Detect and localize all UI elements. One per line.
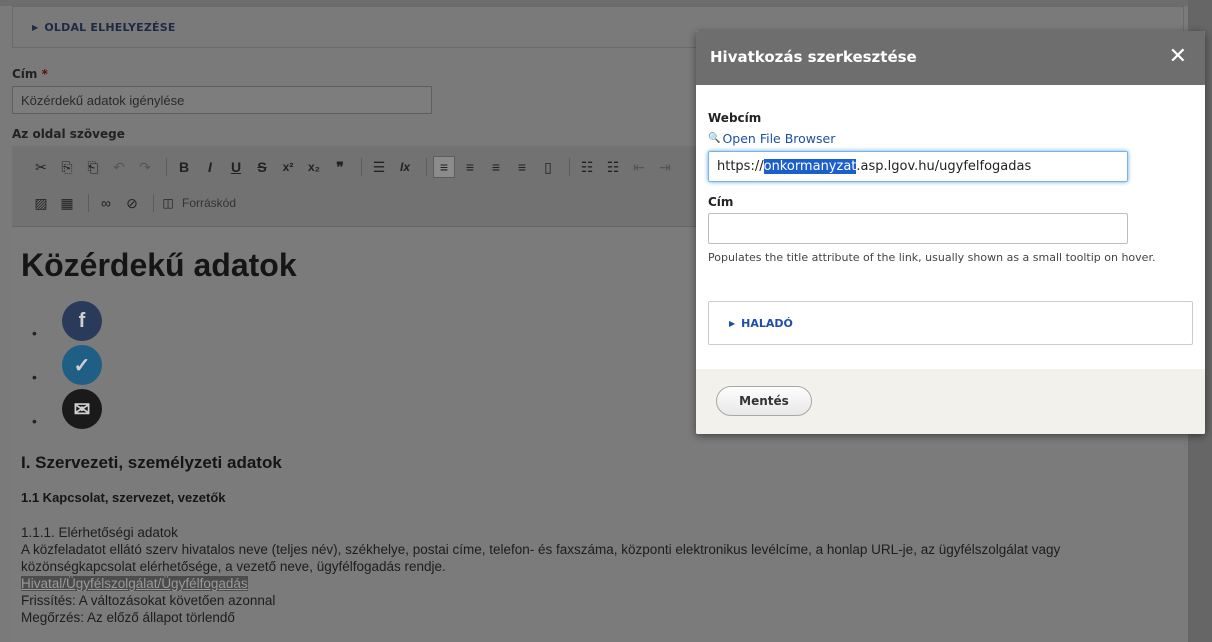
align-left-icon[interactable]: ≡ [433,156,455,178]
link-title-help: Populates the title attribute of the lin… [708,251,1156,264]
url-selected-text: onkormanyzat [763,159,857,174]
content-heading-1: Közérdekű adatok [21,247,297,283]
align-center-icon[interactable]: ≡ [459,156,481,178]
source-icon[interactable]: ◫ [160,192,176,214]
bulleted-list-icon[interactable]: ☷ [576,156,598,178]
copy-icon[interactable]: ⎘ [56,156,78,178]
content-paragraph: közönségkapcsolat elérhetősége, a vezető… [21,559,446,574]
required-mark: * [41,67,48,81]
toolbar-separator [88,194,89,212]
triangle-right-icon: ▶ [32,23,39,32]
search-icon: 🔍 [708,133,721,144]
content-heading-2: I. Szervezeti, személyzeti adatok [21,453,282,472]
indent-icon[interactable]: ⇥ [654,156,676,178]
source-button-label[interactable]: Forráskód [182,196,236,210]
title-input[interactable]: Közérdekű adatok igénylése [12,86,432,114]
cut-icon[interactable]: ✂ [30,156,52,178]
numbered-list-icon[interactable]: ☷ [602,156,624,178]
toolbar-row-2: ▨ ▦ ∞ ⊘ ◫ Forráskód [30,192,236,214]
advanced-summary[interactable]: ▶ HALADÓ [729,317,793,330]
list-bullet: • [32,413,37,429]
edit-link-dialog: Hivatkozás szerkesztése ✕ Webcím 🔍 Open … [696,31,1205,434]
show-blocks-icon[interactable]: ▯ [537,156,559,178]
toolbar-separator [426,158,427,176]
table-icon[interactable]: ▦ [56,192,78,214]
close-icon[interactable]: ✕ [1169,44,1187,69]
toolbar-separator [166,158,167,176]
paste-icon[interactable]: ⎗ [82,156,104,178]
dialog-footer: Mentés [696,369,1205,434]
italic-button[interactable]: I [199,156,221,178]
link-title-input[interactable] [708,213,1128,244]
superscript-button[interactable]: x² [277,156,299,178]
link-title-label: Cím [708,195,734,209]
toolbar-row-1: ✂ ⎘ ⎗ ↶ ↷ B I U S x² x₂ ❞ ☰ Ix ≡ ≡ ≡ ≡ ▯… [30,156,680,178]
strikethrough-button[interactable]: S [251,156,273,178]
dialog-header: Hivatkozás szerkesztése ✕ [696,31,1205,85]
content-link[interactable]: Hivatal/Ügyfélszolgálat/Ügyfélfogadás [21,576,248,591]
triangle-right-icon: ▶ [729,319,736,328]
content-paragraph: A közfeladatot ellátó szerv hivatalos ne… [21,542,1061,557]
open-file-browser-label: Open File Browser [722,131,836,146]
horizontal-rule-icon[interactable]: ☰ [368,156,390,178]
outdent-icon[interactable]: ⇤ [628,156,650,178]
dialog-title: Hivatkozás szerkesztése [710,48,917,66]
facebook-icon[interactable]: f [62,301,102,341]
content-heading-3: 1.1 Kapcsolat, szervezet, vezetők [21,490,226,505]
open-file-browser-link[interactable]: 🔍 Open File Browser [708,131,835,146]
content-paragraph: 1.1.1. Elérhetőségi adatok [21,525,178,540]
toolbar-separator [153,194,154,212]
advanced-summary-label: HALADÓ [741,317,793,330]
body-label: Az oldal szövege [12,127,125,141]
advanced-details[interactable]: ▶ HALADÓ [708,301,1193,345]
page-location-summary[interactable]: ▶ OLDAL ELHELYEZÉSE [32,21,176,34]
remove-format-icon[interactable]: Ix [394,156,416,178]
subscript-button[interactable]: x₂ [303,156,325,178]
url-input[interactable]: https://onkormanyzat.asp.lgov.hu/ugyfelf… [708,151,1128,182]
toolbar-separator [361,158,362,176]
url-label: Webcím [708,111,762,125]
content-paragraph: Megőrzés: Az előző állapot törlendő [21,610,235,625]
unlink-icon[interactable]: ⊘ [121,192,143,214]
title-label: Cím * [12,67,48,81]
email-icon[interactable]: ✉ [62,389,102,429]
page-location-summary-label: OLDAL ELHELYEZÉSE [44,21,176,34]
list-bullet: • [32,369,37,385]
redo-icon[interactable]: ↷ [134,156,156,178]
align-right-icon[interactable]: ≡ [485,156,507,178]
list-bullet: • [32,325,37,341]
bold-button[interactable]: B [173,156,195,178]
url-suffix: .asp.lgov.hu/ugyfelfogadas [856,159,1032,174]
image-icon[interactable]: ▨ [30,192,52,214]
toolbar-separator [569,158,570,176]
twitter-icon[interactable]: ✓ [62,345,102,385]
undo-icon[interactable]: ↶ [108,156,130,178]
content-link-row: Hivatal/Ügyfélszolgálat/Ügyfélfogadás [21,576,248,591]
content-paragraph: Frissítés: A változásokat követően azonn… [21,593,276,608]
save-button[interactable]: Mentés [716,386,812,416]
blockquote-icon[interactable]: ❞ [329,156,351,178]
link-icon[interactable]: ∞ [95,192,117,214]
justify-icon[interactable]: ≡ [511,156,533,178]
title-label-text: Cím [12,67,38,81]
url-prefix: https:// [717,159,764,174]
underline-button[interactable]: U [225,156,247,178]
